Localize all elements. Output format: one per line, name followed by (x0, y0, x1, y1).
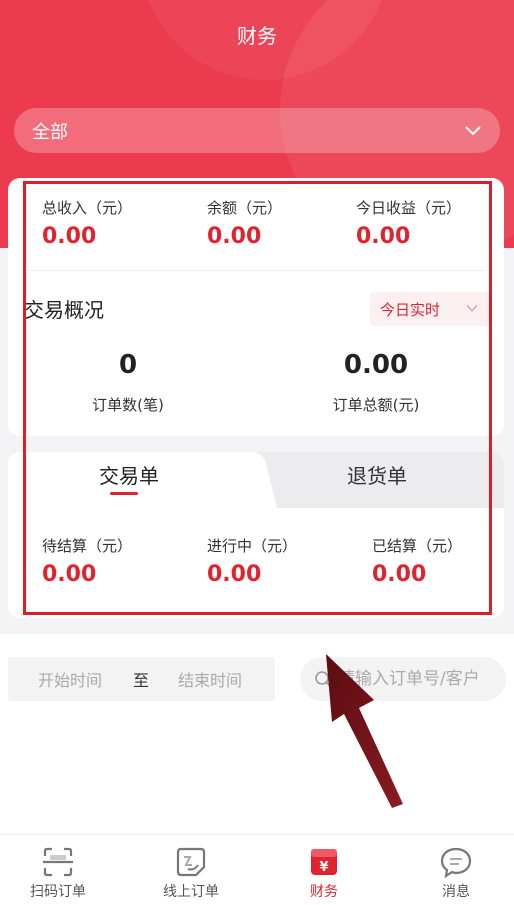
stat-value: 0.00 (356, 224, 411, 249)
stat-label: 余额（元） (207, 199, 283, 217)
order-icon (176, 847, 206, 877)
stat-total-income: 总收入（元） 0.00 (42, 198, 132, 252)
date-separator: 至 (133, 671, 150, 690)
bottom-tab-bar: 扫码订单 线上订单 ¥ 财务 消息 (0, 834, 514, 905)
overview-stat-label: 订单数(笔) (92, 396, 164, 414)
svg-text:¥: ¥ (319, 860, 328, 875)
tabbar-item-scan-orders[interactable]: 扫码订单 (8, 845, 108, 901)
store-select[interactable]: 全部 (14, 108, 500, 153)
stat-value: 0.00 (372, 562, 427, 587)
stat-pending: 待结算（元） 0.00 (42, 536, 132, 590)
overview-stat-label: 订单总额(元) (332, 396, 420, 414)
stat-in-progress: 进行中（元） 0.00 (207, 536, 297, 590)
store-select-value: 全部 (32, 121, 68, 143)
stat-label: 总收入（元） (42, 199, 133, 217)
tabbar-label: 财务 (310, 884, 338, 900)
stat-settled: 已结算（元） 0.00 (372, 536, 462, 590)
stat-value: 0.00 (42, 224, 97, 249)
stat-value: 0.00 (207, 562, 262, 587)
tabbar-label: 消息 (442, 884, 470, 900)
stat-label: 今日收益（元） (356, 199, 462, 217)
overview-title: 交易概况 (24, 298, 104, 322)
message-icon (440, 847, 472, 879)
period-select-label: 今日实时 (380, 300, 441, 319)
stat-label: 待结算（元） (42, 537, 133, 555)
tabbar-label: 线上订单 (163, 884, 219, 900)
tabbar-item-online-orders[interactable]: 线上订单 (141, 845, 241, 901)
stat-value: 0.00 (42, 562, 97, 587)
overview-stat-value: 0 (118, 350, 138, 380)
overview-order-count: 0 订单数(笔) (68, 348, 188, 416)
stat-label: 已结算（元） (372, 537, 463, 555)
overview-order-total: 0.00 订单总额(元) (316, 348, 436, 416)
period-select[interactable]: 今日实时 (370, 292, 490, 326)
stat-balance: 余额（元） 0.00 (207, 198, 282, 252)
settlement-card (8, 452, 504, 618)
search-input[interactable] (338, 669, 506, 689)
tabbar-item-finance[interactable]: ¥ 财务 (274, 845, 374, 901)
tab-transactions-label[interactable]: 交易单 (99, 462, 159, 490)
stat-value: 0.00 (207, 224, 262, 249)
date-range-picker[interactable]: 开始时间 至 结束时间 (8, 657, 275, 701)
search-icon (315, 671, 332, 688)
end-date-field[interactable]: 结束时间 (178, 667, 242, 691)
tabbar-item-messages[interactable]: 消息 (406, 845, 506, 901)
chevron-down-icon (466, 304, 478, 313)
page-title: 财务 (237, 24, 277, 48)
scan-icon (43, 847, 73, 877)
search-box[interactable] (300, 657, 506, 701)
chevron-down-icon (465, 125, 481, 135)
divider (24, 270, 486, 271)
wallet-icon: ¥ (311, 849, 337, 875)
tabbar-label: 扫码订单 (30, 884, 86, 900)
active-tab-indicator (110, 492, 138, 495)
start-date-field[interactable]: 开始时间 (38, 667, 102, 691)
stat-label: 进行中（元） (207, 537, 298, 555)
tab-returns-label[interactable]: 退货单 (347, 462, 407, 490)
stat-today-earnings: 今日收益（元） 0.00 (356, 198, 461, 252)
overview-stat-value: 0.00 (343, 350, 409, 380)
